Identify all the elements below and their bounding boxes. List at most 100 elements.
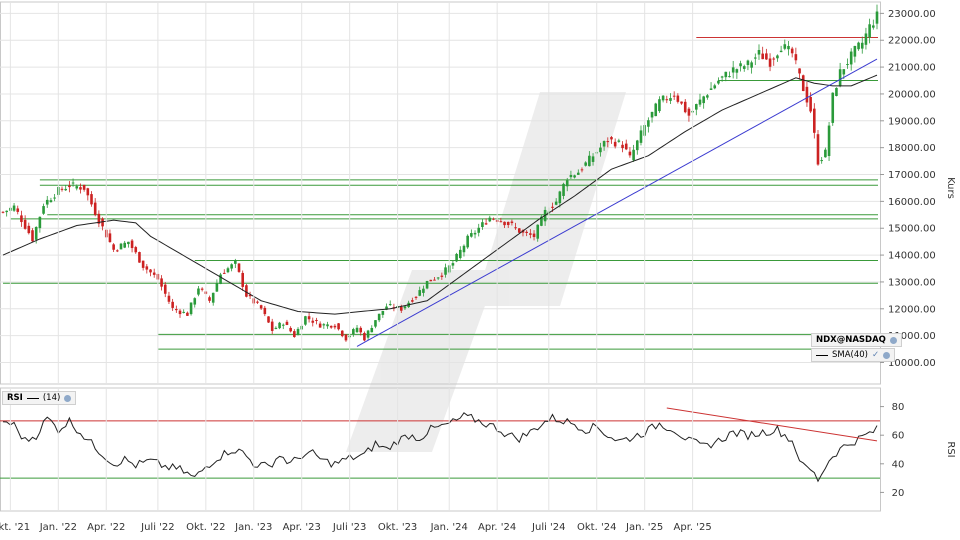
candle-body xyxy=(1,211,5,213)
candle-body xyxy=(599,147,602,153)
candle-body xyxy=(333,325,337,328)
candle-body xyxy=(473,232,477,235)
rsi-trendline xyxy=(666,407,878,442)
candle-body xyxy=(772,58,776,60)
candle-body xyxy=(178,310,182,315)
candle-body xyxy=(34,226,38,240)
candle-body xyxy=(558,191,562,204)
candle-body xyxy=(82,184,86,190)
candle-body xyxy=(628,151,632,156)
candle-body xyxy=(672,95,676,97)
candle xyxy=(344,334,348,342)
check-icon[interactable]: ✓ xyxy=(872,350,879,360)
candle-body xyxy=(296,328,300,336)
candle-body xyxy=(610,137,613,140)
x-tick-label: Jan. '25 xyxy=(625,522,663,533)
candle xyxy=(429,279,433,282)
candle-body xyxy=(816,134,820,165)
candle xyxy=(167,291,171,304)
candle xyxy=(175,305,178,313)
sma-legend[interactable]: SMA(40) ✓ xyxy=(811,348,896,362)
candle-body xyxy=(281,324,285,326)
candle xyxy=(824,147,827,158)
candle xyxy=(141,260,145,271)
candle xyxy=(226,266,230,274)
candle-body xyxy=(340,330,344,337)
candle-body xyxy=(108,233,112,243)
candle xyxy=(750,60,753,74)
candle-body xyxy=(64,188,67,191)
candle-body xyxy=(53,197,56,199)
candle xyxy=(241,270,245,291)
settings-icon[interactable] xyxy=(64,394,72,402)
rsi-tick-label: 20 xyxy=(892,488,905,499)
candle xyxy=(717,77,720,85)
price-tick-label: 17000.00 xyxy=(888,170,936,181)
candle-body xyxy=(49,200,53,203)
candle xyxy=(329,325,333,329)
candle-body xyxy=(554,201,558,205)
candle-body xyxy=(285,321,289,325)
candle-body xyxy=(145,266,149,270)
candle xyxy=(772,56,776,66)
x-tick-label: Apr. '25 xyxy=(674,522,712,533)
settings-icon[interactable] xyxy=(883,351,891,359)
candle-body xyxy=(112,244,115,250)
sma-label: SMA(40) xyxy=(832,350,868,360)
candle-body xyxy=(403,306,407,309)
candle-body xyxy=(621,144,624,149)
candle xyxy=(90,191,93,207)
rsi-y-axis: 80 60 40 20 RSI xyxy=(880,402,956,499)
candle-body xyxy=(746,60,750,66)
candle-body xyxy=(344,334,348,341)
candle-body xyxy=(809,96,812,112)
candle xyxy=(790,46,794,58)
candle xyxy=(211,292,215,306)
candle xyxy=(639,125,643,146)
price-tick-label: 10000.00 xyxy=(888,358,936,369)
settings-icon[interactable] xyxy=(889,336,897,344)
candle xyxy=(189,302,193,316)
candle-body xyxy=(569,174,573,178)
candle-body xyxy=(551,206,554,208)
candle xyxy=(42,203,45,215)
candle xyxy=(86,187,90,201)
price-tick-label: 12000.00 xyxy=(888,304,936,315)
candle-body xyxy=(186,312,189,316)
candle-body xyxy=(414,296,418,298)
candle xyxy=(624,139,628,151)
price-legend[interactable]: NDX@NASDAQ xyxy=(811,333,902,347)
candle-body xyxy=(322,324,326,326)
candle-body xyxy=(197,288,200,295)
candle-body xyxy=(503,221,506,226)
candle xyxy=(318,321,322,328)
candle-body xyxy=(374,320,377,327)
rsi-label: RSI xyxy=(7,393,23,403)
candle xyxy=(337,322,340,331)
candle xyxy=(20,210,23,227)
candle xyxy=(193,297,197,308)
candle-body xyxy=(694,104,698,110)
candle-body xyxy=(429,279,433,282)
candle-body xyxy=(86,188,90,196)
candle xyxy=(669,93,672,105)
candle-body xyxy=(222,272,226,274)
candle-body xyxy=(624,143,628,150)
candle-body xyxy=(293,331,296,338)
candle-body xyxy=(742,66,746,69)
candle-body xyxy=(75,186,79,189)
candle xyxy=(835,87,838,97)
rsi-legend[interactable]: RSI (14) xyxy=(2,391,77,405)
candle-body xyxy=(632,149,635,161)
candle-body xyxy=(42,206,45,214)
candle-body xyxy=(864,33,868,45)
candle-body xyxy=(462,245,466,253)
candle-body xyxy=(702,96,705,104)
candle xyxy=(163,282,167,298)
candle xyxy=(315,317,318,325)
candle xyxy=(23,215,27,230)
candle xyxy=(787,40,790,56)
candle xyxy=(333,323,337,330)
candle-body xyxy=(506,221,510,226)
candle xyxy=(735,68,739,79)
